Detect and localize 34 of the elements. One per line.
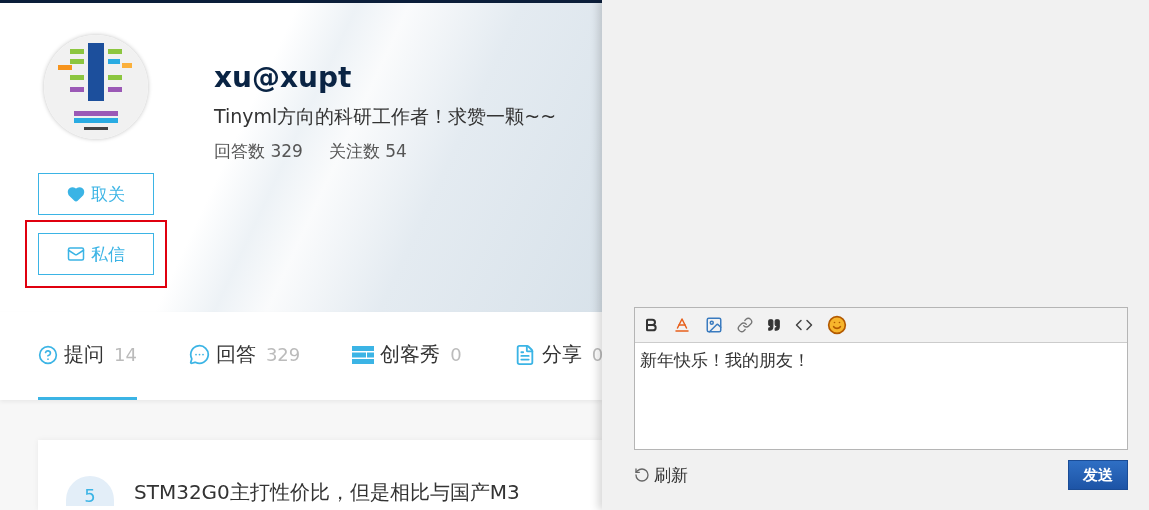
tab-label: 回答 bbox=[215, 341, 256, 368]
message-editor[interactable]: 新年快乐！我的朋友！ bbox=[634, 307, 1128, 450]
quote-icon[interactable] bbox=[767, 318, 781, 332]
mail-icon bbox=[67, 245, 85, 263]
profile-tab[interactable]: 分享 0 bbox=[513, 312, 604, 400]
tab-count: 14 bbox=[114, 344, 137, 365]
image-icon[interactable] bbox=[705, 316, 723, 334]
refresh-icon bbox=[634, 467, 650, 483]
user-name: xu@xupt bbox=[214, 61, 353, 94]
refresh-button[interactable]: 刷新 bbox=[634, 463, 688, 487]
stacked-bars-icon bbox=[352, 345, 375, 364]
emoji-icon[interactable] bbox=[827, 315, 847, 335]
heart-icon bbox=[67, 185, 85, 203]
tab-label: 提问 bbox=[64, 341, 104, 368]
tab-label: 分享 bbox=[541, 341, 582, 368]
question-icon bbox=[38, 344, 58, 365]
tab-count: 0 bbox=[591, 344, 604, 365]
post-number: 5 bbox=[66, 476, 114, 506]
user-bio: Tinyml方向的科研工作者！求赞一颗~~ bbox=[214, 104, 557, 129]
tab-label: 创客秀 bbox=[380, 341, 441, 368]
send-button[interactable]: 发送 bbox=[1068, 460, 1128, 490]
profile-tab[interactable]: 回答 329 bbox=[188, 312, 301, 400]
profile-tab[interactable]: 创客秀 0 bbox=[352, 312, 462, 400]
post-title[interactable]: STM32G0主打性价比，但是相比与国产M3 bbox=[134, 479, 520, 506]
bold-icon[interactable] bbox=[643, 317, 659, 333]
text-color-icon[interactable] bbox=[673, 316, 691, 334]
profile-tab[interactable]: 提问 14 bbox=[38, 312, 137, 400]
link-icon[interactable] bbox=[737, 317, 753, 333]
user-stat: 关注数 54 bbox=[328, 140, 407, 163]
user-stat: 回答数 329 bbox=[214, 140, 303, 163]
speech-bubble-icon bbox=[188, 344, 210, 365]
tab-count: 329 bbox=[265, 344, 301, 365]
tab-count: 0 bbox=[450, 344, 462, 365]
message-text: 新年快乐！我的朋友！ bbox=[639, 349, 811, 372]
